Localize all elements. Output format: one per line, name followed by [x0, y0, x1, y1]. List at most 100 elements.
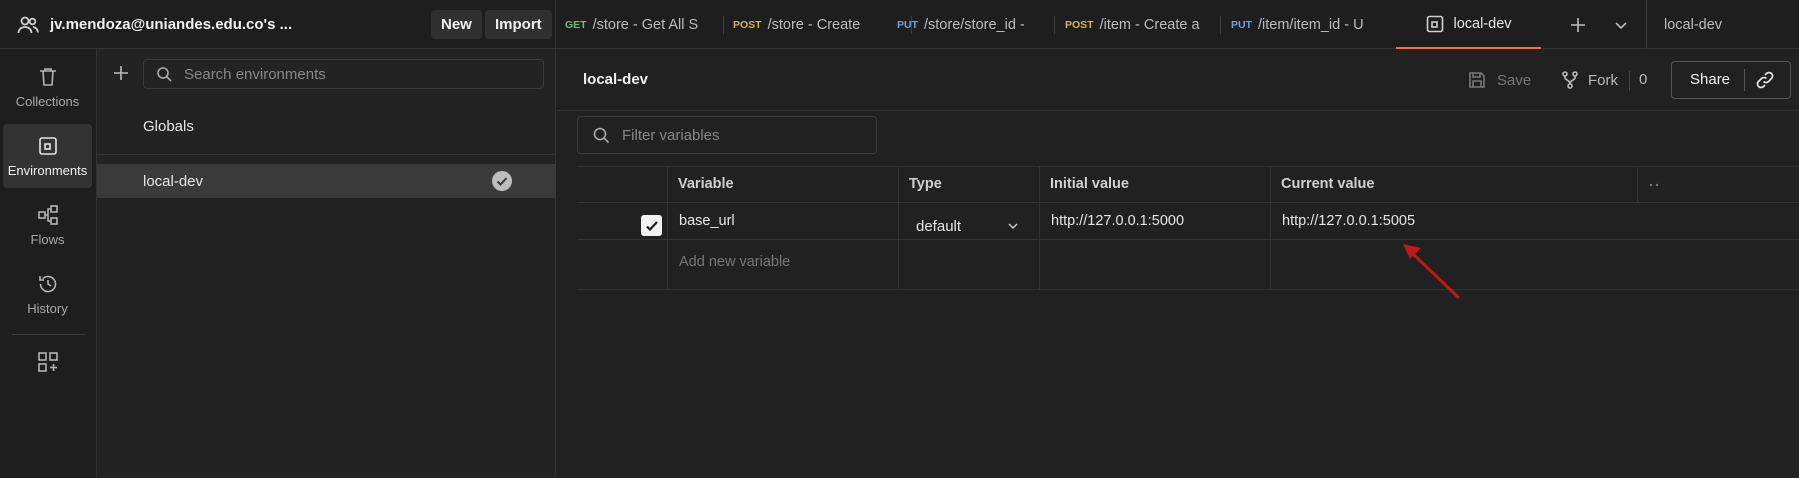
more-options-icon[interactable]	[1649, 180, 1659, 190]
tab-separator	[723, 16, 724, 34]
import-button[interactable]: Import	[485, 10, 552, 39]
annotation-arrow	[1403, 244, 1461, 300]
widgets-add-icon	[37, 352, 58, 372]
share-button[interactable]: Share	[1690, 71, 1730, 88]
trash-bin-icon	[39, 67, 56, 86]
sidebar-item-collections[interactable]: Collections	[3, 55, 92, 119]
search-placeholder: Search environments	[184, 65, 326, 83]
environments-panel: Search environments Globals local-dev	[97, 49, 556, 478]
create-environment-button[interactable]	[109, 61, 133, 85]
sidebar-divider	[12, 334, 85, 335]
share-button-group: Share	[1671, 61, 1791, 99]
fork-separator	[1629, 71, 1630, 91]
sidebar-item-label: Environments	[7, 162, 88, 178]
column-divider	[1039, 166, 1040, 290]
current-value-cell[interactable]: http://127.0.0.1:5005	[1282, 213, 1415, 229]
page-title: local-dev	[583, 71, 649, 88]
column-header-variable: Variable	[678, 176, 734, 192]
save-label: Save	[1497, 71, 1532, 89]
env-item-label: Globals	[143, 117, 194, 135]
add-new-variable-input[interactable]: Add new variable	[679, 254, 790, 270]
filter-placeholder: Filter variables	[622, 126, 720, 144]
environment-selector-label: local-dev	[1664, 16, 1723, 33]
tab-label: /item/item_id - U	[1258, 16, 1364, 33]
env-item-local-dev[interactable]: local-dev	[97, 164, 556, 198]
variable-type-select[interactable]: default	[909, 214, 1033, 238]
filter-variables-input[interactable]: Filter variables	[577, 116, 877, 154]
variable-name-cell[interactable]: base_url	[679, 213, 735, 229]
column-header-initial-value: Initial value	[1050, 176, 1129, 192]
tab-get-store[interactable]: GET /store - Get All S	[557, 0, 713, 49]
tab-local-dev[interactable]: local-dev	[1396, 0, 1541, 49]
column-divider	[1637, 166, 1638, 202]
env-item-label: local-dev	[143, 172, 204, 190]
environment-editor: local-dev Save Fork 0 Share Filter varia…	[557, 49, 1799, 478]
sidebar-item-history[interactable]: History	[3, 262, 92, 326]
environment-icon	[38, 136, 57, 155]
tab-put-item[interactable]: PUT /item/item_id - U	[1223, 0, 1383, 49]
save-button[interactable]: Save	[1467, 65, 1531, 95]
column-header-type: Type	[909, 176, 942, 192]
share-separator	[1744, 69, 1745, 91]
flows-icon	[37, 204, 58, 225]
copy-link-icon[interactable]	[1754, 69, 1776, 91]
tab-label: /store - Get All S	[592, 16, 699, 33]
initial-value-cell[interactable]: http://127.0.0.1:5000	[1051, 213, 1184, 229]
column-header-current-value: Current value	[1281, 176, 1375, 192]
request-tabs: GET /store - Get All S POST /store - Cre…	[557, 0, 1799, 49]
plus-icon	[114, 66, 128, 80]
plus-icon	[1571, 18, 1585, 32]
header-divider	[557, 110, 1799, 111]
search-icon	[593, 127, 610, 144]
variable-type-value: default	[916, 217, 962, 235]
workspace-name[interactable]: jv.mendoza@uniandes.edu.co's ...	[50, 16, 292, 33]
env-item-globals[interactable]: Globals	[97, 109, 556, 143]
table-border	[577, 239, 1799, 240]
method-badge: PUT	[897, 18, 918, 31]
tab-label: /item - Create a	[1099, 16, 1200, 33]
tab-post-item[interactable]: POST /item - Create a	[1057, 0, 1217, 49]
fork-button[interactable]: Fork	[1560, 65, 1618, 95]
search-environments-input[interactable]: Search environments	[143, 59, 544, 89]
table-border	[577, 202, 1799, 203]
check-icon	[645, 220, 658, 231]
search-icon	[157, 67, 172, 82]
fork-count: 0	[1639, 71, 1648, 88]
sidebar-item-label: History	[27, 300, 68, 316]
environment-selector[interactable]: local-dev	[1656, 0, 1796, 49]
sidebar-item-environments[interactable]: Environments	[3, 124, 92, 188]
tab-separator	[1054, 16, 1055, 34]
table-border	[577, 166, 1799, 167]
tab-post-store[interactable]: POST /store - Create	[725, 0, 881, 49]
sidebar-item-flows[interactable]: Flows	[3, 193, 92, 257]
sidebar-item-add-widgets[interactable]	[3, 343, 92, 387]
team-icon	[17, 16, 39, 33]
chevron-down-icon	[1008, 223, 1018, 230]
method-badge: POST	[733, 18, 762, 31]
sidebar-item-label: Collections	[15, 93, 80, 109]
workspace-header: jv.mendoza@uniandes.edu.co's ... New Imp…	[0, 0, 556, 49]
method-badge: GET	[565, 18, 587, 31]
top-bar: jv.mendoza@uniandes.edu.co's ... New Imp…	[0, 0, 1799, 49]
new-button[interactable]: New	[431, 10, 482, 39]
method-badge: POST	[1065, 18, 1094, 31]
table-border	[577, 289, 1799, 290]
tab-put-store[interactable]: PUT /store/store_id -	[889, 0, 1045, 49]
fork-icon	[1562, 71, 1578, 89]
environment-icon	[1427, 15, 1444, 32]
column-divider	[667, 166, 668, 290]
active-check-icon[interactable]	[491, 170, 513, 192]
sidebar: Collections Environments Flows History	[0, 49, 97, 478]
variable-enabled-checkbox[interactable]	[641, 215, 662, 236]
tab-label: local-dev	[1453, 15, 1512, 32]
method-badge: PUT	[1231, 18, 1252, 31]
tab-separator	[1220, 16, 1221, 34]
sidebar-item-label: Flows	[30, 231, 65, 247]
column-divider	[898, 166, 899, 290]
env-divider	[97, 154, 556, 155]
add-tab-button[interactable]	[1565, 12, 1591, 38]
tab-separator	[1646, 0, 1647, 49]
tabs-dropdown-button[interactable]	[1608, 12, 1634, 38]
chevron-down-icon	[1615, 22, 1627, 30]
history-icon	[38, 275, 56, 292]
